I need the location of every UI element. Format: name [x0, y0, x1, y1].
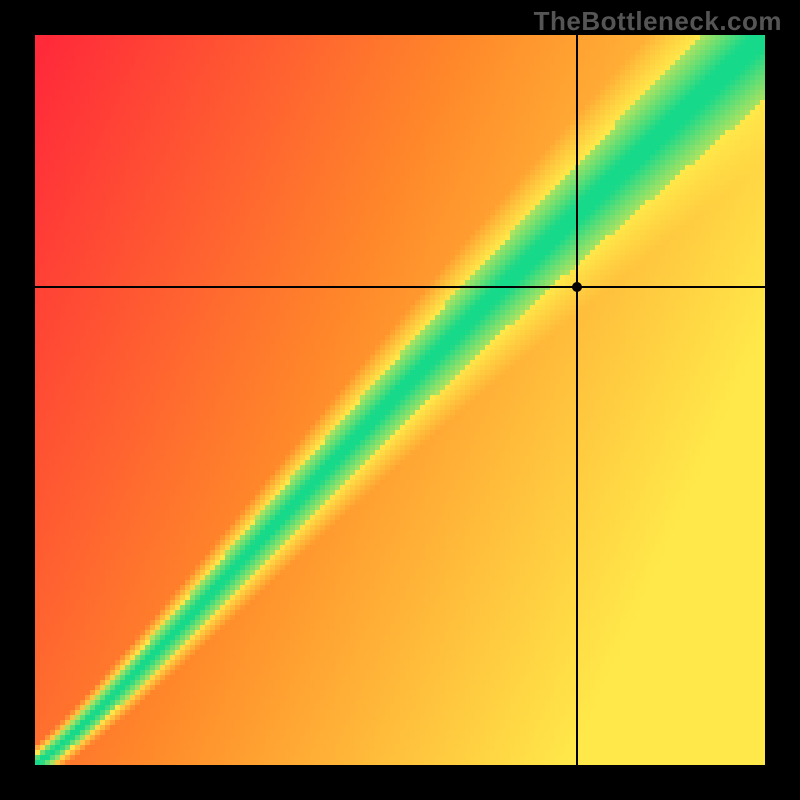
chart-stage: TheBottleneck.com	[0, 0, 800, 800]
heatmap-plot	[35, 35, 765, 765]
watermark-text: TheBottleneck.com	[534, 6, 782, 37]
crosshair-vertical	[576, 35, 578, 765]
crosshair-horizontal	[35, 286, 765, 288]
heatmap-canvas	[35, 35, 765, 765]
marker-dot	[572, 282, 582, 292]
